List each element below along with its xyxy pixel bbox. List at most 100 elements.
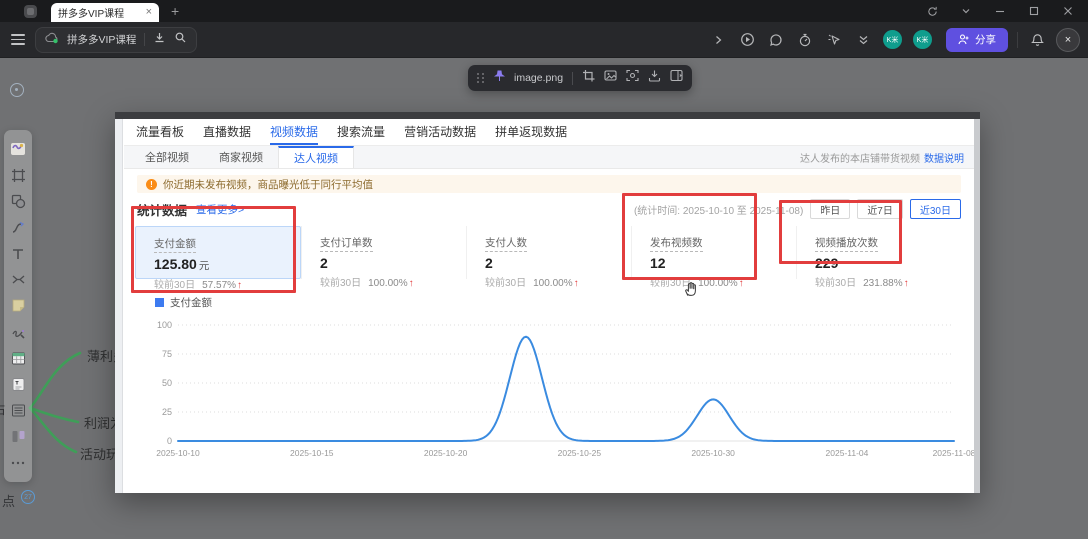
warning-text: 你近期未发布视频，商品曝光低于同行平均值 xyxy=(163,177,373,192)
canvas-bottom-label: 点 xyxy=(2,491,15,510)
menu-icon[interactable] xyxy=(11,34,25,45)
up-arrow-icon: ↑ xyxy=(904,278,909,289)
tab-marketing-data[interactable]: 营销活动数据 xyxy=(404,119,476,145)
tool-sticky-note-icon[interactable] xyxy=(9,297,27,315)
svg-text:0: 0 xyxy=(167,436,172,446)
svg-text:2025-11-08: 2025-11-08 xyxy=(933,448,974,458)
dashboard-top-strip xyxy=(115,112,980,119)
collaborator-avatar[interactable]: K米 xyxy=(912,29,933,50)
tab-search-traffic[interactable]: 搜索流量 xyxy=(337,119,385,145)
user-avatar-close[interactable]: × xyxy=(1056,28,1080,52)
up-arrow-icon: ↑ xyxy=(574,278,579,289)
tool-panel xyxy=(4,130,32,482)
svg-text:2025-10-20: 2025-10-20 xyxy=(424,448,468,458)
svg-text:2025-10-30: 2025-10-30 xyxy=(691,448,735,458)
tab-cashback-data[interactable]: 拼单返现数据 xyxy=(495,119,567,145)
tool-kanban-icon[interactable] xyxy=(9,428,27,446)
collapse-toolbar-icon[interactable] xyxy=(853,30,873,50)
tool-resize-icon[interactable] xyxy=(9,271,27,289)
maximize-icon[interactable] xyxy=(1024,1,1044,21)
legend-swatch-icon xyxy=(155,298,164,307)
annotation-rect-video-plays[interactable] xyxy=(779,200,902,264)
document-title: 拼多多VIP课程 xyxy=(67,32,136,47)
header-note: 达人发布的本店铺带货视频 xyxy=(800,150,920,165)
svg-text:2025-11-04: 2025-11-04 xyxy=(826,448,869,458)
subtab-merchant-videos[interactable]: 商家视频 xyxy=(204,146,278,168)
replace-image-icon[interactable] xyxy=(604,69,617,87)
warning-icon: ! xyxy=(146,179,157,190)
svg-text:2025-10-25: 2025-10-25 xyxy=(558,448,602,458)
share-button[interactable]: 分享 xyxy=(946,28,1008,52)
tab-title: 拼多多VIP课程 xyxy=(58,5,146,20)
minimize-icon[interactable] xyxy=(990,1,1010,21)
card-pay-orders[interactable]: 支付订单数 2 较前30日100.00%↑ xyxy=(301,226,466,279)
whiteboard-canvas[interactable]: 薄利多销 利润为主 活动玩法 占 点 27 image.png xyxy=(0,58,1088,539)
search-icon[interactable] xyxy=(174,31,187,49)
close-window-icon[interactable] xyxy=(1058,1,1078,21)
sub-tabs: 全部视频 商家视频 达人视频 达人发布的本店铺带货视频 数据说明 xyxy=(124,146,974,169)
expand-right-icon[interactable] xyxy=(708,30,728,50)
tab-video-data[interactable]: 视频数据 xyxy=(270,119,318,145)
dashboard-left-strip xyxy=(115,119,123,493)
browser-tab-bar: 拼多多VIP课程 × + xyxy=(0,0,1088,22)
laser-pointer-icon[interactable] xyxy=(824,30,844,50)
tool-connector-icon[interactable] xyxy=(9,218,27,236)
tool-frame-icon[interactable] xyxy=(9,166,27,184)
up-arrow-icon: ↑ xyxy=(409,278,414,289)
notification-bell-icon[interactable] xyxy=(1027,30,1047,50)
timer-icon[interactable] xyxy=(795,30,815,50)
svg-text:25: 25 xyxy=(162,407,172,417)
tool-templates-icon[interactable] xyxy=(9,140,27,158)
subtab-influencer-videos[interactable]: 达人视频 xyxy=(278,146,354,168)
tab-close-icon[interactable]: × xyxy=(146,7,152,18)
annotation-rect-pay-amount[interactable] xyxy=(131,206,296,293)
dashboard-scrollbar[interactable] xyxy=(974,119,980,493)
tool-more-icon[interactable] xyxy=(9,454,27,472)
download-image-icon[interactable] xyxy=(648,69,661,87)
legend-label: 支付金额 xyxy=(170,295,212,310)
app-toolbar: 拼多多VIP课程 K米 K米 分享 × xyxy=(0,22,1088,58)
cloud-sync-icon xyxy=(45,31,59,49)
tool-shapes-icon[interactable] xyxy=(9,192,27,210)
pin-icon[interactable] xyxy=(494,69,505,87)
svg-text:2025-10-10: 2025-10-10 xyxy=(156,448,200,458)
svg-text:2025-10-15: 2025-10-15 xyxy=(290,448,334,458)
refresh-icon[interactable] xyxy=(922,1,942,21)
card-pay-users[interactable]: 支付人数 2 较前30日100.00%↑ xyxy=(466,226,631,279)
document-pill[interactable]: 拼多多VIP课程 xyxy=(35,27,197,53)
tool-text-icon[interactable] xyxy=(9,245,27,263)
chevron-down-icon[interactable] xyxy=(956,1,976,21)
hand-cursor-icon xyxy=(682,280,700,303)
tool-text-doc-icon[interactable] xyxy=(9,375,27,393)
new-tab-button[interactable]: + xyxy=(171,4,179,18)
trend-chart: 02550751002025-10-102025-10-152025-10-20… xyxy=(138,313,974,470)
chart-legend: 支付金额 xyxy=(155,295,974,310)
drag-handle-icon[interactable] xyxy=(477,73,485,83)
open-panel-icon[interactable] xyxy=(670,69,683,87)
divider xyxy=(1017,32,1018,48)
tool-table-icon[interactable] xyxy=(9,349,27,367)
divider xyxy=(144,33,145,46)
tool-pen-icon[interactable] xyxy=(9,323,27,341)
tab-live-data[interactable]: 直播数据 xyxy=(203,119,251,145)
data-explain-link[interactable]: 数据说明 xyxy=(924,150,964,165)
comment-icon[interactable] xyxy=(766,30,786,50)
subtab-all-videos[interactable]: 全部视频 xyxy=(130,146,204,168)
range-30d-button[interactable]: 近30日 xyxy=(910,199,961,219)
zoom-preview-icon[interactable] xyxy=(626,69,639,87)
image-filename: image.png xyxy=(514,72,563,84)
divider xyxy=(572,72,573,85)
play-demo-icon[interactable] xyxy=(737,30,757,50)
tool-list-icon[interactable] xyxy=(9,401,27,419)
download-icon[interactable] xyxy=(153,31,166,49)
annotation-rect-videos-published[interactable] xyxy=(622,193,757,280)
tab-traffic-board[interactable]: 流量看板 xyxy=(136,119,184,145)
main-tabs: 流量看板 直播数据 视频数据 搜索流量 营销活动数据 拼单返现数据 xyxy=(124,119,974,146)
crop-icon[interactable] xyxy=(582,69,595,87)
collaborator-avatar[interactable]: K米 xyxy=(882,29,903,50)
canvas-count-badge: 27 xyxy=(21,490,35,504)
svg-text:100: 100 xyxy=(157,320,172,330)
browser-tab[interactable]: 拼多多VIP课程 × xyxy=(51,3,159,22)
svg-text:75: 75 xyxy=(162,349,172,359)
analytics-dashboard-image[interactable]: 流量看板 直播数据 视频数据 搜索流量 营销活动数据 拼单返现数据 全部视频 商… xyxy=(115,112,980,493)
